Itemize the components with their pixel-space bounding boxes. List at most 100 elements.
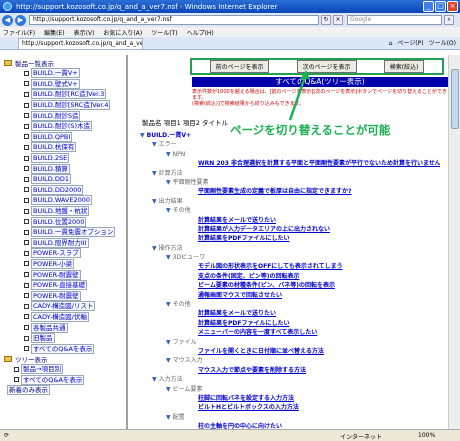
sidebar-item[interactable]: BUILD.QPBI — [4, 131, 126, 143]
expand-triangle-icon[interactable]: ▼ — [166, 414, 171, 421]
sidebar-item[interactable]: POWER-耐震壁 — [4, 290, 126, 301]
sidebar-item[interactable]: BUILD.限界耐力III — [4, 237, 126, 249]
sidebar-item[interactable]: 各製品共通 — [4, 322, 126, 333]
expand-triangle-icon[interactable]: ▼ — [152, 141, 157, 148]
qa-link[interactable]: 通報画面マウスで回転させたい — [140, 291, 440, 300]
qa-link[interactable]: 計算結果をPDFファイルにしたい — [140, 319, 440, 328]
sidebar-item-by-category[interactable]: 製品→項目別 — [4, 364, 126, 375]
sidebar-item[interactable]: BUILD.一貫免震オプション — [4, 227, 126, 238]
page-icon — [24, 240, 29, 246]
menu-favorites[interactable]: お気に入り(A) — [103, 28, 142, 37]
search-icon[interactable]: ⌕ — [444, 15, 454, 25]
scroll-thumb[interactable] — [451, 69, 459, 129]
qa-link[interactable]: 支点の条件(固定、ピン等)の回転表示 — [140, 272, 440, 281]
sidebar-item[interactable]: BUILD.耐診[RC造]Ver.3 — [4, 89, 126, 100]
menu-tools[interactable]: ツール(T) — [151, 28, 177, 37]
zoom-level[interactable]: 100% — [418, 432, 435, 439]
expand-triangle-icon[interactable]: ▼ — [140, 132, 145, 139]
address-row: ◀ ▶ http://support.kozosoft.co.jp/q_and_… — [0, 13, 460, 27]
page-icon — [24, 176, 29, 182]
expand-triangle-icon[interactable]: ▼ — [152, 245, 157, 252]
minimize-icon[interactable]: _ — [423, 1, 434, 12]
back-icon[interactable]: ◀ — [2, 14, 13, 26]
page-icon — [24, 102, 29, 108]
sidebar-item[interactable]: BUILD.位置2000 — [4, 216, 126, 227]
expand-triangle-icon[interactable]: ▼ — [166, 339, 171, 346]
tree-node: ▼ エラー — [152, 141, 177, 149]
qa-link[interactable]: ファイルを開くときに日付順に並べ替える方法 — [140, 347, 440, 356]
page-icon — [24, 197, 29, 203]
sidebar-item[interactable]: すべてのQ&Aを表示 — [4, 343, 126, 354]
sidebar-item-new-only[interactable]: 新着のみ表示 — [4, 385, 126, 396]
qa-link[interactable]: モデル図の形状表示をOFFにしても表示されてしまう — [140, 262, 440, 271]
sidebar-item[interactable]: POWER-スラブ — [4, 248, 126, 259]
qa-link[interactable]: 柱脚に回転バネを設定する入力方法 — [140, 394, 440, 403]
expand-triangle-icon[interactable]: ▼ — [166, 179, 171, 186]
sidebar-item[interactable]: CADY-構造図/伏軸 — [4, 311, 126, 323]
sidebar-root-tree[interactable]: ツリー表示 — [4, 354, 126, 364]
expand-triangle-icon[interactable]: ▼ — [166, 386, 171, 393]
qa-link[interactable]: WRN 203 非合理選択を計算する平面と平面剛性要素が平行でないため計算を行い… — [140, 159, 440, 168]
sidebar-item[interactable]: POWER-直接基礎 — [4, 280, 126, 291]
sidebar-item[interactable]: BUILD.DD2000 — [4, 184, 126, 196]
menu-edit[interactable]: 編集(E) — [44, 28, 64, 37]
expand-triangle-icon[interactable]: ▼ — [166, 207, 171, 214]
refresh-icon[interactable]: ↻ — [321, 15, 331, 25]
home-icon[interactable]: ⌂ — [389, 38, 393, 49]
menu-file[interactable]: ファイル(F) — [3, 28, 35, 37]
expand-triangle-icon[interactable]: ▼ — [166, 254, 171, 261]
sidebar-item[interactable]: BUILD.積算 — [4, 163, 126, 174]
sidebar-item[interactable]: BUILD.壁式V+ — [4, 78, 126, 90]
sidebar-root-products[interactable]: 製品一覧表示 — [4, 58, 126, 68]
tree-node[interactable]: ▼ BUILD.一貫V+ — [140, 131, 440, 140]
qa-link[interactable]: ビーム要素の材種条件(ピン、バネ等)の回転を表示 — [140, 281, 440, 290]
tree-node: ▼ その他 — [166, 207, 191, 215]
maximize-icon[interactable]: □ — [435, 1, 446, 12]
main-scrollbar[interactable] — [448, 55, 460, 429]
page-menu[interactable]: ページ(P) — [397, 38, 423, 49]
sidebar-item-all-tree[interactable]: すべてのQ&Aを表示 — [4, 374, 126, 386]
sidebar-item[interactable]: BUILD.DD1 — [4, 174, 126, 185]
forward-icon[interactable]: ▶ — [15, 14, 26, 26]
tools-menu[interactable]: ツール(O) — [429, 38, 456, 49]
sidebar-item[interactable]: BUILD.耐診S造 — [4, 110, 126, 121]
expand-triangle-icon[interactable]: ▼ — [152, 376, 157, 383]
tab-current[interactable]: http://support.kozosoft.co.jp/q_and_a_ve… — [18, 37, 143, 49]
sidebar-item[interactable]: BUILD.杭保有 — [4, 142, 126, 153]
sidebar-item[interactable]: POWER-耐震壁 — [4, 269, 126, 280]
page-icon — [24, 282, 29, 288]
sidebar-item[interactable]: 旧製品 — [4, 333, 126, 344]
page-icon — [24, 70, 29, 76]
expand-triangle-icon[interactable]: ▼ — [152, 198, 157, 205]
expand-triangle-icon[interactable]: ▼ — [166, 357, 171, 364]
tree-node: ▼ ファイル — [166, 338, 197, 346]
sidebar-item[interactable]: BUILD.WAVE2000 — [4, 195, 126, 206]
expand-triangle-icon[interactable]: ▼ — [166, 151, 171, 158]
qa-link[interactable]: マウス入力で節点や要素を削除する方法 — [140, 366, 440, 375]
expand-triangle-icon[interactable]: ▼ — [152, 170, 157, 177]
menu-view[interactable]: 表示(V) — [74, 28, 95, 37]
sidebar-item[interactable]: BUILD.一貫V+ — [4, 68, 126, 79]
qa-link[interactable]: ビルトHとビルトボックスの入力方法 — [140, 403, 440, 412]
sidebar-item[interactable]: POWER-小梁 — [4, 258, 126, 270]
expand-triangle-icon[interactable]: ▼ — [166, 301, 171, 308]
address-input[interactable]: http://support.kozosoft.co.jp/q_and_a_ve… — [29, 15, 319, 25]
sidebar-item[interactable]: BUILD.耐診(S)木造 — [4, 121, 126, 132]
sidebar-item[interactable]: BUILD.地盤・杭状 — [4, 206, 126, 217]
qa-link[interactable]: 平面剛性要素生成の定義で板厚は自由に指定できますか? — [140, 187, 440, 196]
sidebar-item[interactable]: CADY-構造図/リスト — [4, 301, 126, 312]
search-input[interactable]: Google — [347, 15, 442, 25]
sidebar-item[interactable]: BUILD.2SE — [4, 153, 126, 164]
qa-link[interactable]: 計算結果が入力データエリアの上に出力されない — [140, 225, 440, 234]
tree-node: ▼ 操作方法 — [152, 244, 183, 252]
qa-link[interactable]: メニューバーの内容を一度すべて表示したい — [140, 328, 440, 337]
qa-link[interactable]: 計算結果をメールで送りたい — [140, 309, 440, 318]
stop-icon[interactable]: × — [333, 15, 343, 25]
qa-link[interactable]: 計算結果をメールで送りたい — [140, 216, 440, 225]
folder-icon — [4, 356, 12, 363]
qa-link[interactable]: 計算結果をPDFファイルにしたい — [140, 234, 440, 243]
tree-node: ▼ ビーム要素 — [166, 385, 203, 393]
close-icon[interactable]: × — [447, 1, 458, 12]
menu-help[interactable]: ヘルプ(H) — [187, 28, 214, 37]
sidebar-item[interactable]: BUILD.耐診[SRC造]Ver.4 — [4, 100, 126, 111]
